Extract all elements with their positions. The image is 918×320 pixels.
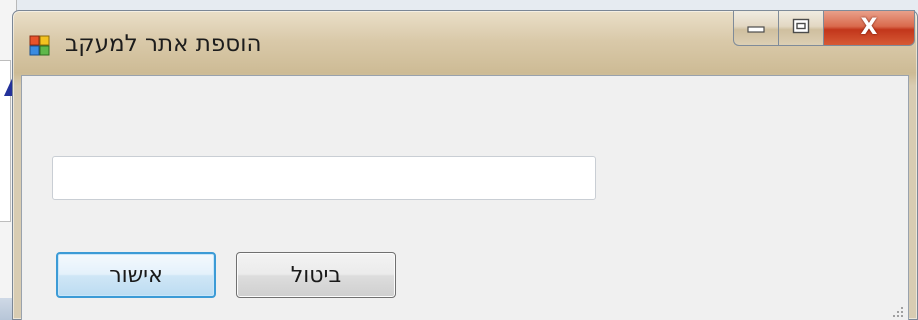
minimize-icon [747, 19, 765, 38]
close-icon: X [860, 15, 878, 40]
dialog-client-area: אישור ביטול [21, 75, 909, 320]
dialog-window: הוספת אתר למעקב X אישור ביטול [12, 10, 918, 320]
window-title: הוספת אתר למעקב [65, 31, 262, 57]
close-button[interactable]: X [823, 10, 915, 46]
ok-button-label: אישור [109, 262, 163, 288]
cancel-button-label: ביטול [290, 262, 342, 288]
cancel-button[interactable]: ביטול [236, 252, 396, 298]
desktop: הוספת אתר למעקב X אישור ביטול [0, 0, 918, 320]
minimize-button[interactable] [733, 10, 778, 46]
caption-buttons: X [733, 10, 915, 46]
ok-button[interactable]: אישור [56, 252, 216, 298]
title-bar[interactable]: הוספת אתר למעקב X [13, 10, 917, 75]
site-url-input[interactable] [52, 156, 596, 200]
maximize-button[interactable] [778, 10, 823, 46]
app-window-icon [29, 35, 51, 57]
resize-grip-icon[interactable] [890, 303, 904, 317]
maximize-icon [792, 18, 810, 38]
